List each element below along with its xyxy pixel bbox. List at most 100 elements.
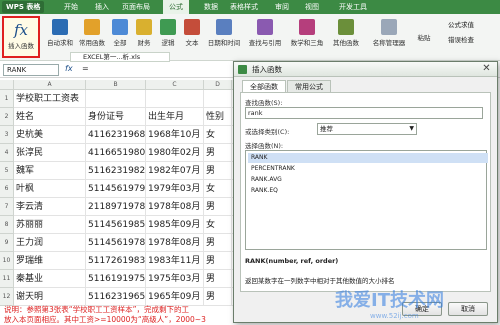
table-cell[interactable]: 男 xyxy=(204,198,232,216)
row-header[interactable]: 1 xyxy=(0,90,14,108)
function-list[interactable]: RANK PERCENTRANK RANK.AVG RANK.EQ xyxy=(245,150,488,250)
logical-button[interactable]: 逻辑 xyxy=(156,17,180,57)
table-cell[interactable] xyxy=(204,90,232,108)
table-cell[interactable]: 1979年03月 xyxy=(146,180,204,198)
table-cell[interactable]: 男 xyxy=(204,234,232,252)
table-cell[interactable]: 1980年02月 xyxy=(146,144,204,162)
name-manager-button[interactable]: 名称管理器 xyxy=(370,17,408,57)
column-header[interactable]: C xyxy=(146,80,204,90)
table-cell[interactable]: 女 xyxy=(204,216,232,234)
table-cell[interactable]: 学校职工工资表 xyxy=(14,90,86,108)
column-header[interactable]: B xyxy=(86,80,146,90)
table-cell[interactable]: 女 xyxy=(204,180,232,198)
table-cell[interactable]: 51162319820709 xyxy=(86,162,146,180)
financial-button[interactable]: 财务 xyxy=(132,17,156,57)
table-cell[interactable]: 1975年03月 xyxy=(146,270,204,288)
menu-page-layout[interactable]: 页面布局 xyxy=(122,0,150,14)
corner-select-all[interactable] xyxy=(0,80,14,90)
table-cell[interactable]: 1983年11月 xyxy=(146,252,204,270)
table-cell[interactable]: 51145619850907 xyxy=(86,216,146,234)
table-cell[interactable]: 性别 xyxy=(204,108,232,126)
table-cell[interactable]: 男 xyxy=(204,144,232,162)
table-cell[interactable]: 41166519800214 xyxy=(86,144,146,162)
table-cell[interactable]: 1978年08月 xyxy=(146,198,204,216)
math-trig-button[interactable]: 数学和三角 xyxy=(286,17,328,57)
error-check-button[interactable]: 错误检查 xyxy=(448,34,474,44)
dialog-title-bar[interactable]: 插入函数 xyxy=(234,62,497,77)
lookup-reference-button[interactable]: 查找与引用 xyxy=(244,17,286,57)
row-header[interactable]: 9 xyxy=(0,234,14,252)
fx-icon[interactable]: fx xyxy=(65,64,73,73)
row-header[interactable]: 10 xyxy=(0,252,14,270)
all-functions-button[interactable]: 全部 xyxy=(108,17,132,57)
table-cell[interactable]: 苏丽丽 xyxy=(14,216,86,234)
row-header[interactable]: 6 xyxy=(0,180,14,198)
table-cell[interactable]: 身份证号 xyxy=(86,108,146,126)
table-cell[interactable]: 叶枫 xyxy=(14,180,86,198)
table-cell[interactable]: 男 xyxy=(204,252,232,270)
table-cell[interactable]: 21189719780819 xyxy=(86,198,146,216)
tab-all-functions[interactable]: 全部函数 xyxy=(242,80,286,92)
table-cell[interactable]: 男 xyxy=(204,270,232,288)
row-header[interactable]: 8 xyxy=(0,216,14,234)
row-header[interactable]: 11 xyxy=(0,270,14,288)
menu-review[interactable]: 审阅 xyxy=(275,0,289,14)
row-header[interactable]: 7 xyxy=(0,198,14,216)
table-cell[interactable] xyxy=(86,90,146,108)
table-cell[interactable]: 51145619780813 xyxy=(86,234,146,252)
row-header[interactable]: 5 xyxy=(0,162,14,180)
common-functions-button[interactable]: 常用函数 xyxy=(76,17,108,57)
table-cell[interactable]: 罗瑞维 xyxy=(14,252,86,270)
evaluate-formula-button[interactable]: 公式求值 xyxy=(448,19,474,29)
row-header[interactable]: 3 xyxy=(0,126,14,144)
table-cell[interactable]: 1978年08月 xyxy=(146,234,204,252)
table-cell[interactable]: 史杭美 xyxy=(14,126,86,144)
column-header[interactable]: A xyxy=(14,80,86,90)
table-cell[interactable]: 1982年07月 xyxy=(146,162,204,180)
menu-view[interactable]: 视图 xyxy=(305,0,319,14)
table-cell[interactable]: 姓名 xyxy=(14,108,86,126)
date-time-button[interactable]: 日期和时间 xyxy=(204,17,244,57)
app-brand-menu[interactable]: WPS 表格 xyxy=(2,1,45,13)
menu-developer[interactable]: 开发工具 xyxy=(339,0,367,14)
table-cell[interactable]: 李云清 xyxy=(14,198,86,216)
table-cell[interactable]: 张淳民 xyxy=(14,144,86,162)
name-box[interactable]: RANK xyxy=(3,64,59,76)
table-cell[interactable]: 51145619790302 xyxy=(86,180,146,198)
table-cell[interactable]: 男 xyxy=(204,288,232,306)
table-cell[interactable]: 41162319681021 xyxy=(86,126,146,144)
other-functions-button[interactable]: 其他函数 xyxy=(328,17,364,57)
text-button[interactable]: 文本 xyxy=(180,17,204,57)
menu-insert[interactable]: 插入 xyxy=(95,0,109,14)
table-cell[interactable]: 1968年10月 xyxy=(146,126,204,144)
table-cell[interactable]: 秦基业 xyxy=(14,270,86,288)
table-cell[interactable]: 51162319650906 xyxy=(86,288,146,306)
row-header[interactable]: 12 xyxy=(0,288,14,306)
function-list-item[interactable]: RANK.EQ xyxy=(248,186,488,196)
table-cell[interactable]: 出生年月 xyxy=(146,108,204,126)
function-list-item[interactable]: PERCENTRANK xyxy=(248,164,488,174)
table-cell[interactable]: 男 xyxy=(204,162,232,180)
menu-formulas[interactable]: 公式 xyxy=(163,0,189,14)
insert-function-button[interactable]: fx 插入函数 xyxy=(2,16,40,58)
table-cell[interactable]: 51172619831109 xyxy=(86,252,146,270)
menu-home[interactable]: 开始 xyxy=(64,0,78,14)
search-function-input[interactable]: rank xyxy=(245,107,483,119)
table-cell[interactable]: 1965年09月 xyxy=(146,288,204,306)
autosum-button[interactable]: 自动求和 xyxy=(44,17,76,57)
function-list-item[interactable]: RANK xyxy=(248,153,488,163)
row-header[interactable]: 4 xyxy=(0,144,14,162)
table-cell[interactable]: 51161919750306 xyxy=(86,270,146,288)
tab-common-formulas[interactable]: 常用公式 xyxy=(287,80,331,92)
document-tab[interactable]: EXCEL第一...析.xls xyxy=(70,52,170,62)
table-cell[interactable]: 王力润 xyxy=(14,234,86,252)
column-header[interactable]: D xyxy=(204,80,232,90)
table-cell[interactable]: 魏军 xyxy=(14,162,86,180)
table-cell[interactable]: 女 xyxy=(204,126,232,144)
paste-button[interactable]: 粘贴 xyxy=(410,32,438,46)
table-cell[interactable] xyxy=(146,90,204,108)
menu-table-style[interactable]: 表格样式 xyxy=(230,0,258,14)
function-list-item[interactable]: RANK.AVG xyxy=(248,175,488,185)
table-cell[interactable]: 谢天明 xyxy=(14,288,86,306)
formula-input[interactable]: = xyxy=(82,64,89,73)
